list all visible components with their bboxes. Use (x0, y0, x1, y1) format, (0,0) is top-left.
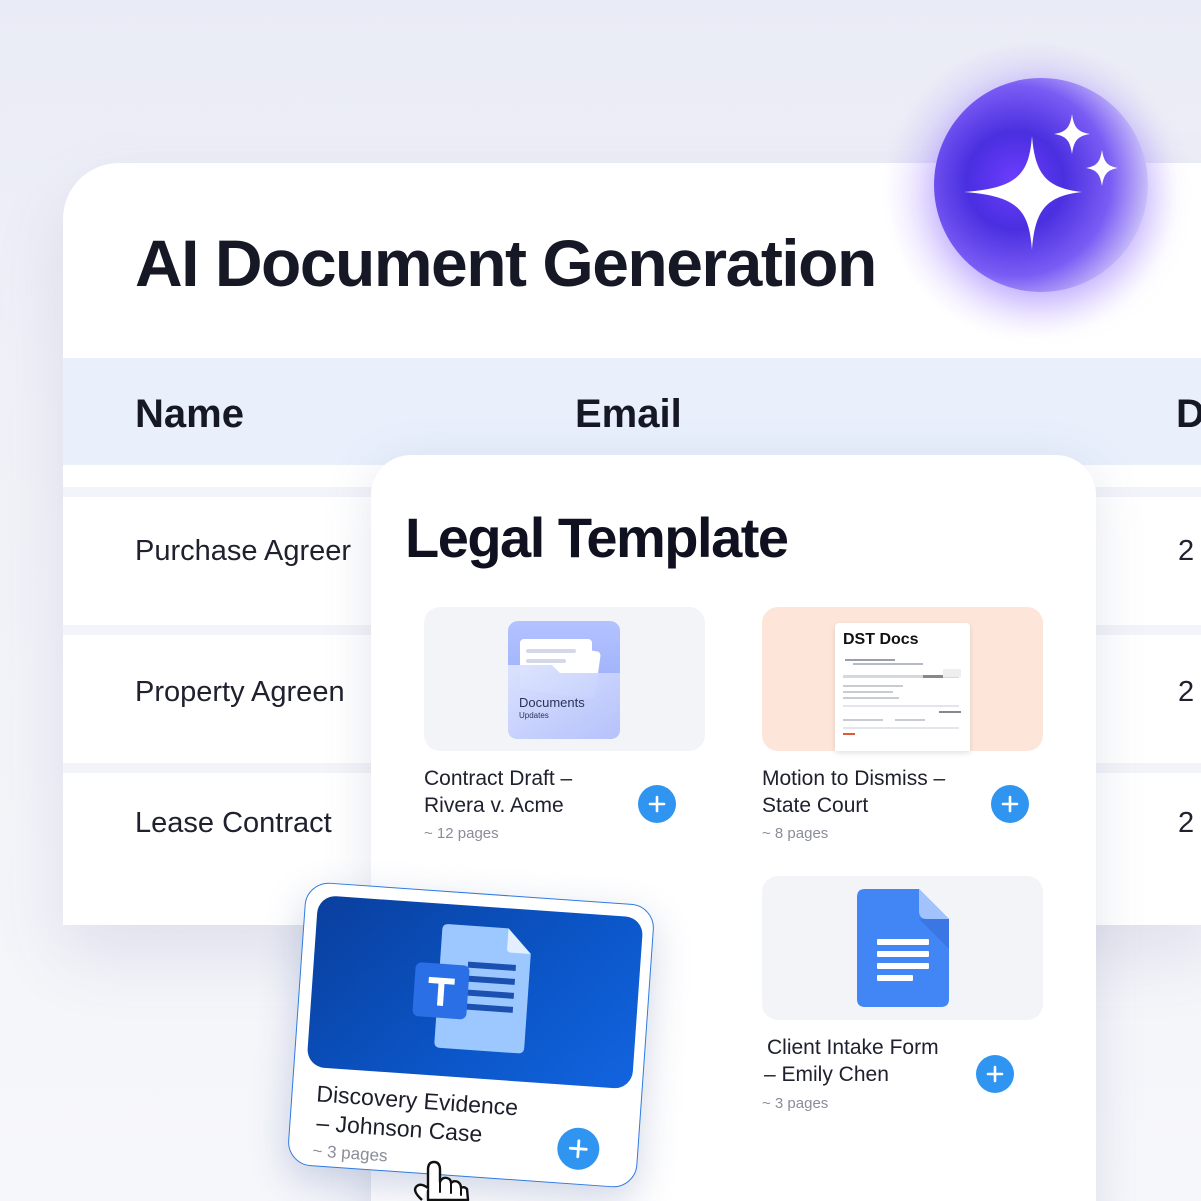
template-page-count: ~ 8 pages (762, 825, 829, 842)
google-doc-icon (857, 889, 949, 1007)
row-name: Purchase Agreer (135, 535, 352, 567)
plus-icon (986, 1065, 1004, 1083)
template-page-count: ~ 3 pages (762, 1095, 829, 1112)
column-header-name[interactable]: Name (135, 392, 244, 437)
template-thumbnail-discovery (306, 895, 644, 1090)
plus-icon (568, 1139, 588, 1159)
document-preview: DST Docs (835, 623, 970, 751)
row-name: Property Agreen (135, 676, 345, 708)
row-date: 2 (1178, 807, 1195, 839)
template-page-count: ~ 12 pages (424, 825, 499, 842)
dragged-template-card[interactable]: Discovery Evidence – Johnson Case ~ 3 pa… (286, 881, 656, 1189)
template-name[interactable]: – Emily Chen (764, 1061, 889, 1088)
folder-sublabel: Updates (519, 711, 549, 720)
add-template-button[interactable] (638, 785, 676, 823)
template-name[interactable]: State Court (762, 792, 868, 819)
dst-docs-logo: DST Docs (843, 631, 919, 648)
template-page-count: ~ 3 pages (311, 1141, 389, 1166)
row-date: 2 (1178, 535, 1195, 567)
add-template-button[interactable] (555, 1126, 601, 1172)
folder-label: Documents (519, 695, 585, 710)
teams-doc-icon (412, 924, 531, 1054)
ai-orb[interactable] (934, 78, 1148, 292)
template-thumbnail-motion[interactable]: DST Docs (762, 607, 1043, 751)
template-title: Legal Template (405, 506, 789, 569)
hand-pointer-icon (413, 1160, 470, 1201)
plus-icon (1001, 795, 1019, 813)
template-thumbnail-contract[interactable]: Documents Updates (424, 607, 705, 751)
column-header-date[interactable]: D (1176, 392, 1201, 437)
template-name[interactable]: Client Intake Form (767, 1034, 939, 1061)
template-name[interactable]: Motion to Dismiss – (762, 765, 945, 792)
folder-icon: Documents Updates (508, 621, 620, 739)
row-name: Lease Contract (135, 807, 332, 839)
row-date: 2 (1178, 676, 1195, 708)
table-header-row: Name Email D (63, 358, 1201, 465)
add-template-button[interactable] (976, 1055, 1014, 1093)
add-template-button[interactable] (991, 785, 1029, 823)
plus-icon (648, 795, 666, 813)
page-title: AI Document Generation (135, 226, 877, 300)
column-header-email[interactable]: Email (575, 392, 682, 437)
template-thumbnail-intake[interactable] (762, 876, 1043, 1020)
sparkle-icon (964, 114, 1118, 250)
template-name[interactable]: Contract Draft – (424, 765, 572, 792)
template-name[interactable]: Rivera v. Acme (424, 792, 564, 819)
